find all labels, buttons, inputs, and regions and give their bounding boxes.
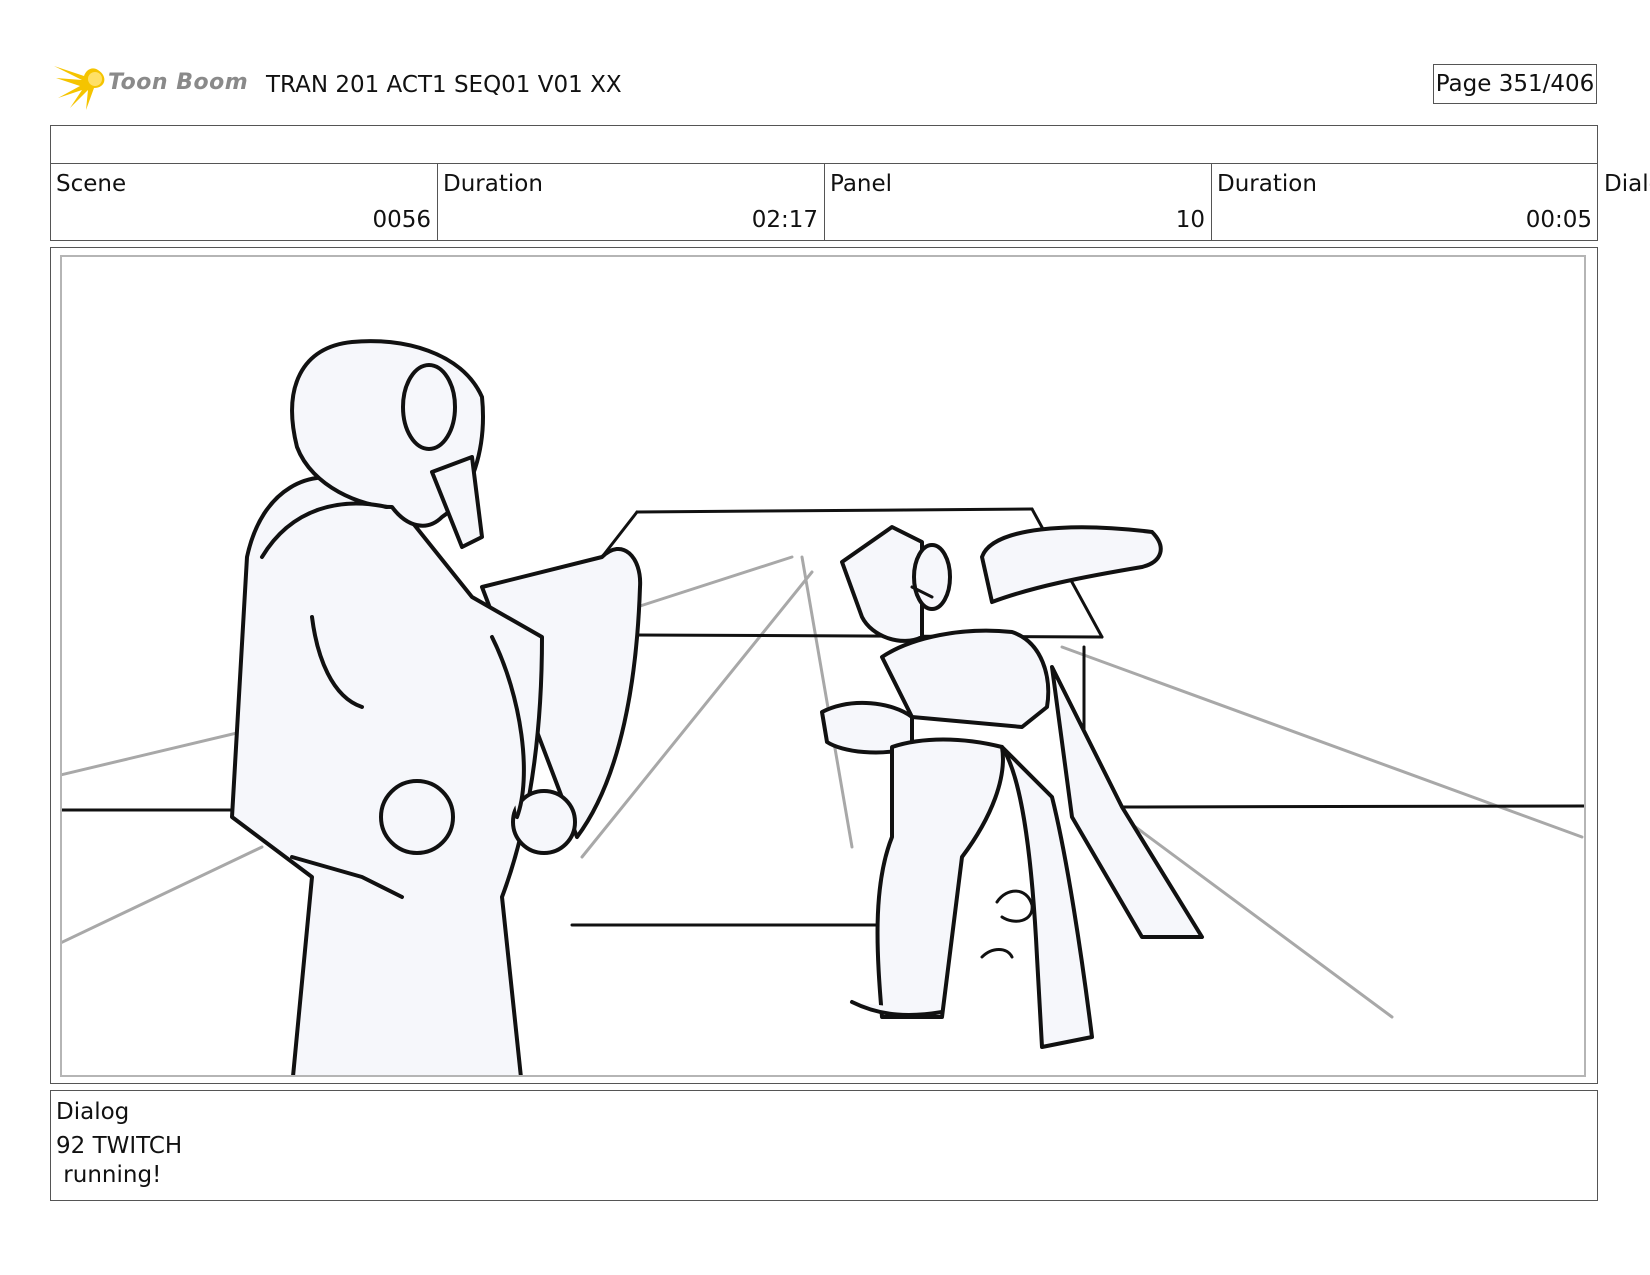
- panel-cell: Panel 10: [825, 163, 1212, 240]
- scene-duration-cell: Duration 02:17: [438, 163, 825, 240]
- panel-duration-label: Duration: [1217, 171, 1317, 197]
- info-row: Scene 0056 Duration 02:17 Panel 10 Durat…: [50, 163, 1650, 241]
- logo-text: Toon Boom: [108, 70, 249, 95]
- dialog-line-2: running!: [56, 1162, 162, 1188]
- panel-duration-cell: Duration 00:05: [1212, 163, 1598, 240]
- toon-boom-logo: Toon Boom: [52, 58, 252, 112]
- storyboard-sketch: [62, 339, 1584, 1075]
- scene-duration-label: Duration: [443, 171, 543, 197]
- page-indicator: Page 351/406: [1433, 64, 1597, 104]
- dialog-column-overflow: Dialo: [1604, 163, 1650, 240]
- panel-duration-value: 00:05: [1525, 207, 1592, 233]
- scene-cell: Scene 0056: [51, 163, 438, 240]
- star-burst-icon: [54, 66, 105, 110]
- storyboard-panel-image: [60, 255, 1586, 1077]
- dialog-box: Dialog 92 TWITCH running!: [50, 1090, 1598, 1201]
- dialog-line-1: 92 TWITCH: [56, 1133, 183, 1159]
- panel-value: 10: [1175, 207, 1205, 233]
- header-blank-row: [50, 125, 1598, 164]
- scene-label: Scene: [56, 171, 127, 197]
- dialog-label: Dialog: [56, 1099, 130, 1125]
- project-title: TRAN 201 ACT1 SEQ01 V01 XX: [266, 72, 622, 98]
- panel-label: Panel: [830, 171, 893, 197]
- scene-value: 0056: [372, 207, 431, 233]
- scene-duration-value: 02:17: [751, 207, 818, 233]
- overflow-label: Dialo: [1604, 171, 1650, 197]
